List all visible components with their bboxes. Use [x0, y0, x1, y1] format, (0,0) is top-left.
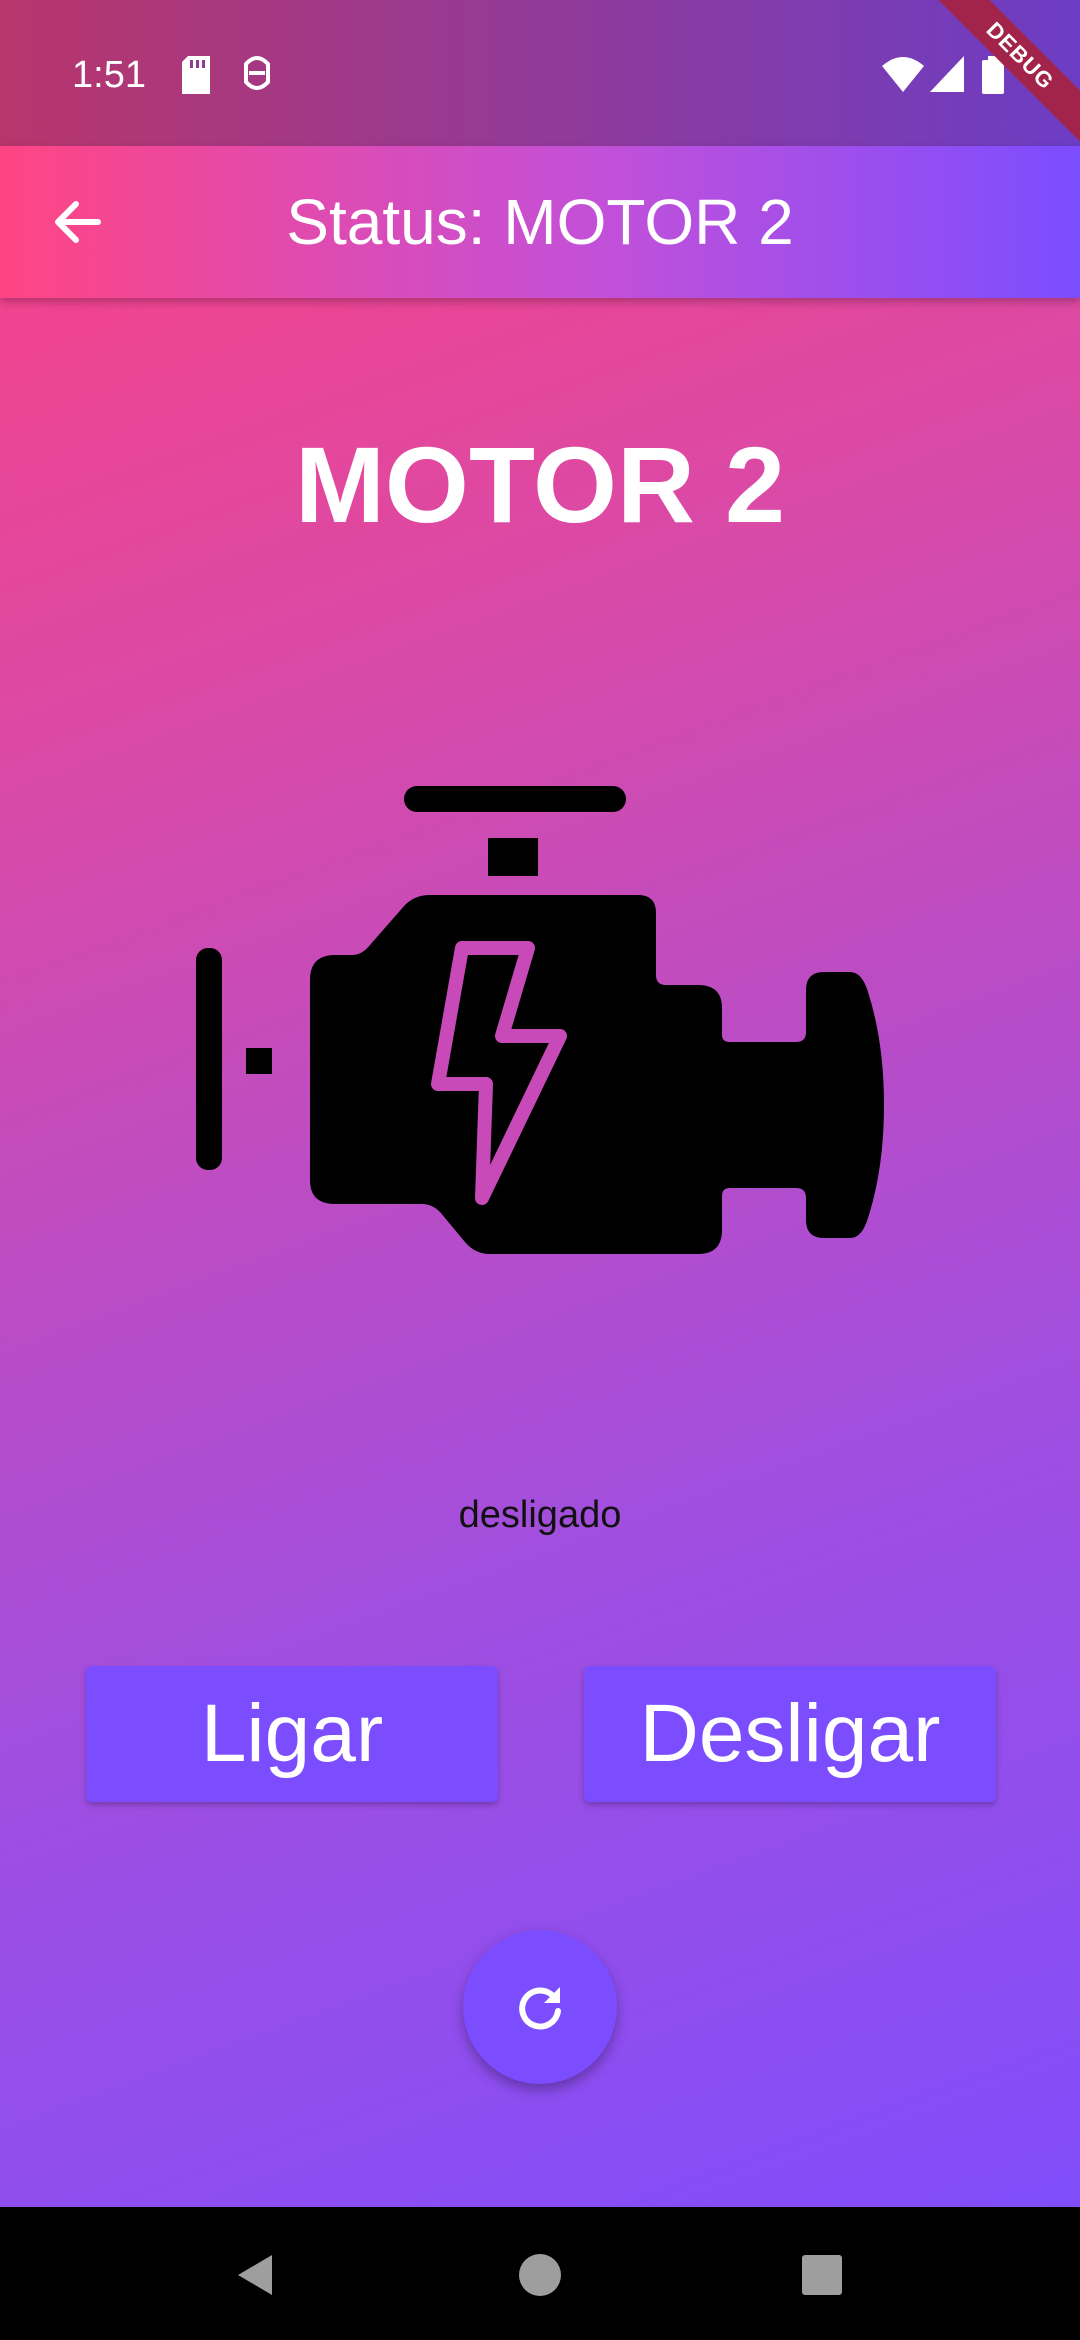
recents-square-icon[interactable] — [792, 2245, 852, 2305]
wifi-icon — [882, 56, 924, 97]
system-nav-bar — [0, 2207, 1080, 2340]
refresh-icon — [519, 1987, 561, 2030]
ligar-button[interactable]: Ligar — [86, 1666, 498, 1802]
signal-icon — [930, 56, 964, 97]
app-bar: Status: MOTOR 2 — [0, 146, 1080, 298]
back-button[interactable] — [40, 182, 120, 262]
status-bar: 1:51 DEBUG — [0, 0, 1080, 161]
app-bar-title: Status: MOTOR 2 — [286, 186, 794, 258]
accessibility-icon — [240, 56, 274, 99]
back-triangle-icon[interactable] — [226, 2245, 286, 2305]
status-time: 1:51 — [72, 54, 146, 96]
sd-card-icon — [180, 56, 212, 99]
arrow-back-icon — [55, 201, 101, 243]
motor-title: MOTOR 2 — [294, 424, 786, 545]
desligar-button[interactable]: Desligar — [584, 1666, 996, 1802]
motor-status-text: desligado — [458, 1494, 622, 1536]
engine-lightning-icon — [190, 780, 890, 1260]
home-circle-icon[interactable] — [510, 2245, 570, 2305]
refresh-button[interactable] — [463, 1930, 617, 2084]
